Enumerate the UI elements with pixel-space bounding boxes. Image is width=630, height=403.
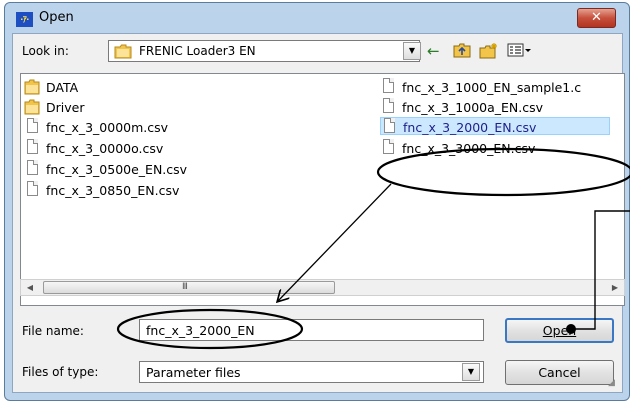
cancel-button[interactable]: Cancel bbox=[505, 360, 614, 385]
up-folder-icon[interactable] bbox=[453, 42, 471, 62]
file-label: fnc_x_3_0500e_EN.csv bbox=[46, 162, 188, 177]
cancel-button-label: Cancel bbox=[538, 365, 581, 380]
file-label: fnc_x_3_0850_EN.csv bbox=[46, 183, 180, 198]
file-label: Driver bbox=[46, 100, 85, 115]
file-label: fnc_x_3_1000a_EN.csv bbox=[402, 100, 544, 115]
scroll-right-icon[interactable]: ▶ bbox=[607, 281, 623, 294]
file-icon bbox=[383, 98, 394, 113]
file-icon bbox=[27, 118, 38, 133]
title-bar: ·ｱ· Open ✕ bbox=[5, 3, 629, 33]
scrollbar-thumb[interactable]: III bbox=[43, 281, 335, 294]
close-button[interactable]: ✕ bbox=[577, 8, 616, 28]
file-type-select[interactable]: Parameter files bbox=[139, 361, 484, 383]
open-button-label: Open bbox=[542, 323, 577, 338]
look-in-value: FRENIC Loader3 EN bbox=[139, 44, 256, 58]
resize-grip-icon[interactable]: ◢ bbox=[608, 378, 618, 388]
back-icon[interactable]: ← bbox=[427, 42, 440, 60]
file-label: fnc_x_3_0000m.csv bbox=[46, 120, 169, 135]
file-type-dropdown-arrow[interactable]: ▼ bbox=[462, 363, 480, 381]
new-folder-icon[interactable] bbox=[479, 42, 499, 63]
file-label: fnc_x_3_3000_EN.csv bbox=[402, 141, 536, 156]
file-icon bbox=[27, 139, 38, 154]
folder-icon bbox=[24, 79, 40, 98]
look-in-dropdown-arrow[interactable]: ▼ bbox=[403, 42, 421, 60]
open-button[interactable]: Open bbox=[505, 318, 614, 343]
file-name-label: File name: bbox=[22, 324, 84, 338]
file-icon bbox=[383, 139, 394, 154]
file-label: DATA bbox=[46, 80, 79, 95]
look-in-dropdown[interactable]: FRENIC Loader3 EN bbox=[108, 40, 420, 62]
horizontal-scrollbar[interactable]: ◀ III ▶ bbox=[20, 279, 625, 296]
app-icon: ·ｱ· bbox=[16, 12, 33, 27]
scrollbar-grip: III bbox=[182, 282, 188, 292]
folder-icon bbox=[114, 44, 132, 62]
file-name-input[interactable]: fnc_x_3_2000_EN bbox=[139, 319, 484, 341]
file-type-value: Parameter files bbox=[146, 365, 241, 380]
list-item-file-selected[interactable]: fnc_x_3_2000_EN.csv bbox=[380, 117, 610, 135]
file-type-label: Files of type: bbox=[22, 365, 99, 379]
file-list[interactable]: DATA Driver fnc_x_3_0000m.csv fnc_x_3_00… bbox=[20, 73, 625, 306]
file-icon bbox=[27, 160, 38, 175]
file-label: fnc_x_3_2000_EN.csv bbox=[403, 120, 537, 135]
folder-icon bbox=[24, 99, 40, 118]
window-title: Open bbox=[39, 10, 74, 25]
file-icon bbox=[383, 78, 394, 93]
views-menu-icon[interactable] bbox=[507, 42, 533, 62]
file-icon bbox=[384, 118, 395, 133]
look-in-label: Look in: bbox=[22, 44, 69, 58]
open-dialog: ·ｱ· Open ✕ Look in: FRENIC Loader3 EN ▼ … bbox=[4, 2, 630, 401]
file-label: fnc_x_3_0000o.csv bbox=[46, 141, 164, 156]
file-name-value: fnc_x_3_2000_EN bbox=[146, 323, 255, 338]
scroll-left-icon[interactable]: ◀ bbox=[22, 281, 38, 294]
file-icon bbox=[27, 181, 38, 196]
file-label: fnc_x_3_1000_EN_sample1.c bbox=[402, 80, 582, 95]
dialog-client: Look in: FRENIC Loader3 EN ▼ ← DATA Driv… bbox=[12, 33, 625, 393]
